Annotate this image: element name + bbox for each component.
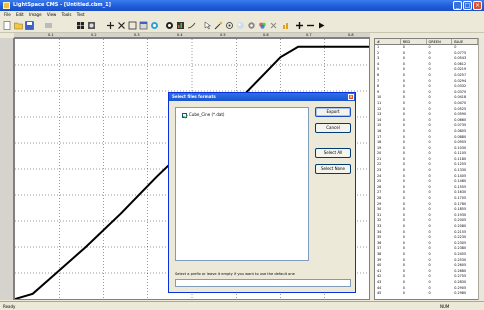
menu-view[interactable]: View bbox=[47, 11, 57, 18]
cross-icon[interactable] bbox=[117, 21, 126, 30]
status-num: NUM bbox=[440, 304, 450, 309]
x-icon[interactable] bbox=[269, 21, 278, 30]
select-none-button[interactable]: Select None bbox=[315, 164, 351, 174]
gray-tool-icon[interactable] bbox=[44, 21, 53, 30]
chart-icon[interactable] bbox=[176, 21, 185, 30]
open-folder-icon[interactable] bbox=[14, 21, 23, 30]
table-cell[interactable]: 0.2980 bbox=[452, 291, 478, 297]
format-list[interactable]: Cube_Cine (*.dat) bbox=[175, 107, 309, 261]
menu-bar: File Edit Image View Tools Test bbox=[0, 11, 484, 18]
left-ruler bbox=[0, 38, 14, 300]
select-all-button[interactable]: Select All bbox=[315, 148, 351, 158]
ruler-tick: 0.8 bbox=[348, 33, 354, 37]
table-cell[interactable]: 0 bbox=[427, 291, 453, 297]
minimize-button[interactable]: _ bbox=[453, 1, 462, 10]
ruler-tick: 0.1 bbox=[48, 33, 54, 37]
levels-icon[interactable] bbox=[282, 21, 291, 30]
eye-dropper-icon[interactable] bbox=[225, 21, 234, 30]
status-text: Ready bbox=[3, 304, 16, 309]
new-file-icon[interactable] bbox=[3, 21, 12, 30]
status-bar: Ready NUM bbox=[0, 301, 484, 310]
dialog-close-button[interactable]: × bbox=[348, 94, 354, 100]
window-icon[interactable] bbox=[139, 21, 148, 30]
prefix-input[interactable] bbox=[175, 279, 351, 287]
close-button[interactable]: × bbox=[473, 1, 482, 10]
title-bar[interactable]: LightSpace CMS - [Untitled.cbm_1] _ □ × bbox=[0, 0, 484, 11]
app-icon bbox=[3, 2, 10, 9]
curve-icon[interactable] bbox=[187, 21, 196, 30]
ruler-tick: 0.2 bbox=[91, 33, 97, 37]
menu-test[interactable]: Test bbox=[77, 11, 85, 18]
ruler-tick: 0.7 bbox=[306, 33, 312, 37]
column-header[interactable]: # bbox=[375, 39, 401, 44]
arrow-icon[interactable] bbox=[203, 21, 212, 30]
format-label: Cube_Cine (*.dat) bbox=[189, 112, 225, 117]
cancel-button[interactable]: Cancel bbox=[315, 123, 351, 133]
sphere-icon[interactable] bbox=[236, 21, 245, 30]
menu-tools[interactable]: Tools bbox=[62, 11, 72, 18]
rgb-icon[interactable] bbox=[258, 21, 267, 30]
format-checkbox[interactable] bbox=[182, 112, 187, 118]
wand-icon[interactable] bbox=[214, 21, 223, 30]
ruler-tick: 0.4 bbox=[177, 33, 183, 37]
ruler-tick: 0.6 bbox=[263, 33, 269, 37]
dialog-title: Select files formats bbox=[172, 94, 216, 99]
column-header[interactable]: GREEN bbox=[427, 39, 453, 44]
gradient-icon[interactable] bbox=[87, 21, 96, 30]
app-window: LightSpace CMS - [Untitled.cbm_1] _ □ × … bbox=[0, 0, 484, 310]
table-scrollbar[interactable] bbox=[478, 38, 484, 300]
values-table[interactable]: # RED GREEN BLUE 1 0 0 0 2 0 0 0.0775 3 0 0 0.0543 4… bbox=[374, 38, 479, 300]
column-header[interactable]: BLUE bbox=[452, 39, 478, 44]
maximize-button[interactable]: □ bbox=[463, 1, 472, 10]
play-icon[interactable] bbox=[317, 21, 326, 30]
grid-icon[interactable] bbox=[76, 21, 85, 30]
column-header[interactable]: RED bbox=[401, 39, 427, 44]
menu-image[interactable]: Image bbox=[29, 11, 42, 18]
table-row[interactable]: 45 0 0 0.2980 bbox=[375, 291, 478, 297]
ruler-tick: 0.5 bbox=[220, 33, 226, 37]
color-wheel-icon[interactable] bbox=[150, 21, 159, 30]
dialog-title-bar[interactable]: Select files formats × bbox=[169, 93, 355, 101]
file-format-dialog: Select files formats × Cube_Cine (*.dat)… bbox=[168, 92, 356, 293]
remove-point-icon[interactable] bbox=[306, 21, 315, 30]
table-body: 1 0 0 0 2 0 0 0.0775 3 0 0 0.0543 4 0 0 0.0612 5 0 0 0.0219… bbox=[375, 45, 478, 297]
format-list-item[interactable]: Cube_Cine (*.dat) bbox=[182, 112, 224, 118]
toolbar bbox=[0, 18, 484, 33]
window-title: LightSpace CMS - [Untitled.cbm_1] bbox=[13, 2, 111, 8]
gear-icon[interactable] bbox=[247, 21, 256, 30]
menu-edit[interactable]: Edit bbox=[16, 11, 24, 18]
table-cell[interactable]: 45 bbox=[375, 291, 401, 297]
plus-icon[interactable] bbox=[106, 21, 115, 30]
frame-icon[interactable] bbox=[128, 21, 137, 30]
export-button[interactable]: Export bbox=[315, 107, 351, 117]
save-icon[interactable] bbox=[25, 21, 34, 30]
prefix-prompt: Select a prefix or leave it empty if you… bbox=[175, 272, 295, 276]
ruler-tick: 0.3 bbox=[134, 33, 140, 37]
menu-file[interactable]: File bbox=[4, 11, 11, 18]
add-point-icon[interactable] bbox=[295, 21, 304, 30]
table-cell[interactable]: 0 bbox=[401, 291, 427, 297]
target-icon[interactable] bbox=[165, 21, 174, 30]
